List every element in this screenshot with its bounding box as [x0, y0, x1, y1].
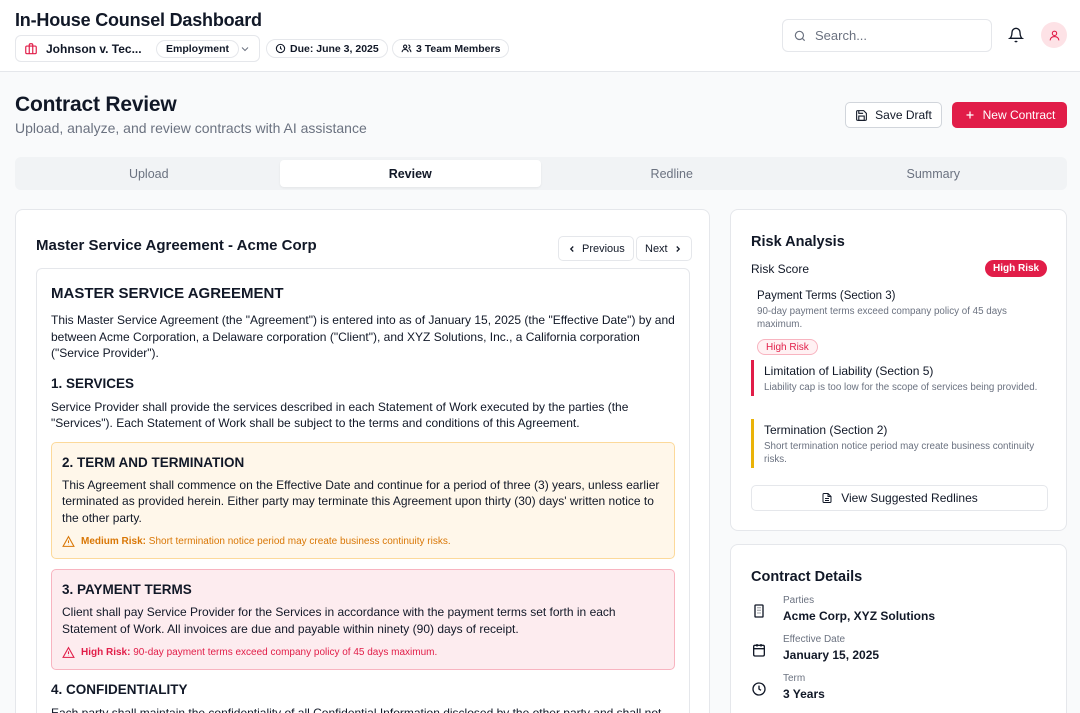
building-icon — [754, 604, 764, 618]
clock-icon — [275, 43, 286, 54]
risk-item-liability[interactable]: Limitation of Liability (Section 5) Liab… — [751, 360, 1048, 396]
detail-label: Effective Date — [783, 634, 846, 645]
tab-redline[interactable]: Redline — [541, 160, 803, 187]
section-text: This Agreement shall commence on the Eff… — [62, 477, 660, 525]
risk-item-title: Payment Terms (Section 3) — [757, 290, 896, 302]
risk-item-badge: High Risk — [757, 339, 818, 355]
review-tabs: Upload Review Redline Summary — [15, 157, 1067, 190]
bell-icon[interactable] — [1008, 27, 1024, 43]
search-input[interactable] — [815, 28, 975, 43]
contract-details-title: Contract Details — [751, 569, 863, 585]
risk-score-badge: High Risk — [985, 260, 1048, 277]
flagged-clause-medium[interactable]: 2. TERM AND TERMINATION This Agreement s… — [51, 441, 675, 559]
risk-item-desc: Liability cap is too low for the scope o… — [764, 382, 1038, 393]
chevron-left-icon — [569, 245, 574, 252]
section-heading: 2. TERM AND TERMINATION — [62, 454, 245, 470]
team-members-badge: 3 Team Members — [392, 39, 510, 58]
search-box[interactable] — [782, 19, 992, 52]
view-redlines-button[interactable]: View Suggested Redlines — [751, 485, 1048, 511]
contract-details-panel: Contract Details Parties Acme Corp, XYZ … — [730, 544, 1067, 713]
risk-item-desc: 90-day payment terms exceed company poli… — [757, 306, 1007, 330]
case-type-badge: Employment — [155, 39, 239, 58]
section-text: Each party shall maintain the confidenti… — [51, 706, 662, 713]
page-title: Contract Review — [15, 93, 177, 116]
risk-score-label: Risk Score — [751, 262, 810, 276]
users-icon — [401, 44, 412, 53]
risk-item-title: Limitation of Liability (Section 5) — [764, 364, 934, 378]
section-text: Client shall pay Service Provider for th… — [62, 605, 616, 636]
section-heading: 3. PAYMENT TERMS — [62, 582, 192, 597]
risk-analysis-panel: Risk Analysis Risk Score High Risk Payme… — [730, 209, 1067, 531]
detail-value: 3 Years — [783, 687, 825, 701]
tab-summary[interactable]: Summary — [803, 160, 1065, 187]
next-button[interactable]: Next — [636, 236, 692, 261]
risk-text: Short termination notice period may crea… — [148, 536, 451, 547]
view-redlines-label: View Suggested Redlines — [841, 491, 978, 505]
clock-icon — [752, 682, 766, 696]
save-draft-label: Save Draft — [875, 108, 932, 122]
briefcase-icon — [25, 42, 37, 54]
warning-icon — [62, 646, 75, 658]
next-label: Next — [645, 242, 668, 255]
detail-label: Parties — [783, 595, 815, 606]
section-text: Service Provider shall provide the servi… — [51, 399, 629, 431]
document-title: Master Service Agreement - Acme Corp — [36, 237, 317, 254]
previous-button[interactable]: Previous — [558, 236, 634, 261]
section-heading: 1. SERVICES — [51, 375, 135, 391]
new-contract-label: New Contract — [982, 108, 1056, 122]
due-date-badge: Due: June 3, 2025 — [266, 39, 388, 58]
plus-icon — [966, 111, 974, 119]
detail-effective-date: Effective Date January 15, 2025 — [751, 634, 879, 662]
chevron-down-icon — [241, 46, 249, 51]
team-members-text: 3 Team Members — [416, 42, 501, 55]
risk-item-termination[interactable]: Termination (Section 2) Short terminatio… — [751, 419, 1048, 468]
tab-upload[interactable]: Upload — [18, 160, 280, 187]
document-icon — [822, 493, 832, 503]
detail-value: January 15, 2025 — [783, 648, 880, 662]
risk-analysis-title: Risk Analysis — [751, 234, 845, 250]
document-viewer[interactable]: MASTER SERVICE AGREEMENT This Master Ser… — [36, 268, 690, 713]
search-icon — [794, 30, 806, 41]
detail-label: Term — [783, 673, 806, 684]
due-date-text: Due: June 3, 2025 — [290, 42, 379, 55]
risk-item-desc: Short termination notice period may crea… — [764, 441, 1035, 465]
risk-text: 90-day payment terms exceed company poli… — [133, 647, 438, 658]
app-title: In-House Counsel Dashboard — [15, 10, 262, 30]
document-intro: This Master Service Agreement (the "Agre… — [51, 313, 675, 360]
risk-level: High Risk: — [81, 647, 131, 658]
flagged-clause-high[interactable]: 3. PAYMENT TERMS Client shall pay Servic… — [51, 569, 675, 670]
user-icon — [1049, 30, 1059, 40]
save-draft-button[interactable]: Save Draft — [845, 102, 942, 128]
case-selector[interactable]: Johnson v. Tec... Employment — [15, 35, 260, 62]
risk-note: Medium Risk: Short termination notice pe… — [62, 535, 664, 548]
user-avatar[interactable] — [1041, 22, 1067, 48]
detail-parties: Parties Acme Corp, XYZ Solutions — [751, 595, 935, 623]
save-icon — [856, 109, 868, 121]
risk-item-title: Termination (Section 2) — [764, 423, 888, 437]
previous-label: Previous — [582, 242, 625, 255]
calendar-icon — [753, 644, 765, 657]
document-heading: MASTER SERVICE AGREEMENT — [51, 285, 284, 302]
tab-review[interactable]: Review — [279, 160, 541, 187]
case-name: Johnson v. Tec... — [46, 41, 142, 56]
chevron-right-icon — [675, 245, 680, 252]
detail-term: Term 3 Years — [751, 673, 825, 701]
warning-icon — [62, 535, 75, 547]
section-heading: 4. CONFIDENTIALITY — [51, 682, 188, 697]
risk-level: Medium Risk: — [81, 536, 147, 547]
risk-item-payment[interactable]: Payment Terms (Section 3) 90-day payment… — [751, 290, 1048, 355]
risk-note: High Risk: 90-day payment terms exceed c… — [62, 646, 664, 659]
page-subtitle: Upload, analyze, and review contracts wi… — [15, 120, 367, 136]
new-contract-button[interactable]: New Contract — [952, 102, 1067, 128]
top-header: In-House Counsel Dashboard Johnson v. Te… — [0, 0, 1080, 72]
document-panel: Master Service Agreement - Acme Corp Pre… — [15, 209, 710, 713]
detail-value: Acme Corp, XYZ Solutions — [783, 609, 936, 623]
